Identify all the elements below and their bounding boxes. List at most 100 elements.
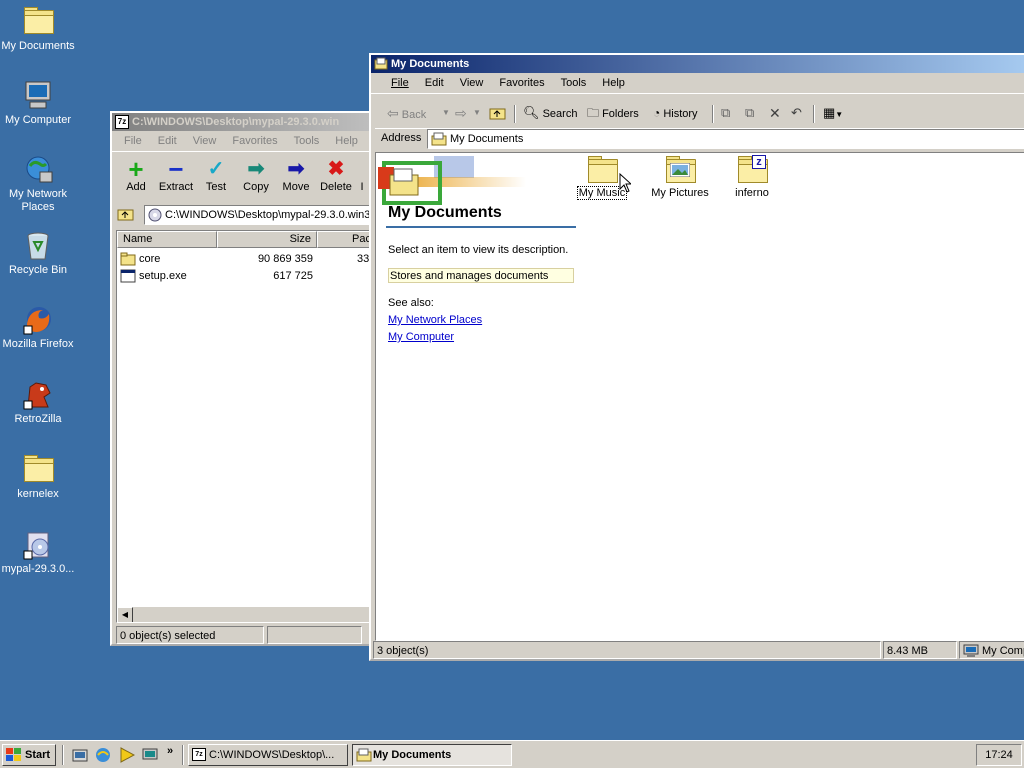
desktop-icon-mypal-installer[interactable]: mypal-29.3.0... bbox=[0, 527, 76, 576]
table-row[interactable]: setup.exe 617 725 bbox=[117, 268, 378, 284]
views-button[interactable]: ▦▼ bbox=[823, 102, 843, 124]
7zip-app-icon: 7z bbox=[115, 115, 129, 129]
explorer-menubar: File Edit View Favorites Tools Help bbox=[371, 73, 1024, 94]
archive-list-header: Name Size Pac bbox=[117, 231, 378, 248]
forward-dropdown-icon[interactable]: ▼ bbox=[473, 102, 481, 124]
explorer-status-zone: My Comp bbox=[959, 641, 1024, 659]
explorer-status-count: 3 object(s) bbox=[373, 641, 881, 659]
menu-help[interactable]: Help bbox=[594, 73, 633, 93]
copy-button[interactable]: ➡ Copy bbox=[236, 158, 276, 194]
retrozilla-icon bbox=[22, 379, 54, 411]
desktop-icon-recycle-bin[interactable]: Recycle Bin bbox=[0, 228, 76, 277]
folder-up-icon bbox=[117, 209, 134, 221]
my-documents-icon bbox=[22, 6, 54, 38]
link-my-computer[interactable]: My Computer bbox=[388, 331, 454, 343]
desktop-icon-firefox[interactable]: Mozilla Firefox bbox=[0, 302, 76, 351]
folders-icon: 🗀 bbox=[587, 106, 600, 120]
scroll-left-icon[interactable]: ◀ bbox=[117, 607, 133, 622]
task-button-my-documents[interactable]: My Documents bbox=[352, 744, 512, 766]
history-icon: ◔ bbox=[653, 106, 661, 120]
menu-favorites[interactable]: Favorites bbox=[224, 131, 285, 151]
column-header-size[interactable]: Size bbox=[217, 231, 317, 248]
task-button-archive[interactable]: 7z C:\WINDOWS\Desktop\... bbox=[188, 744, 348, 766]
windows-logo-icon bbox=[6, 748, 22, 765]
delete-icon[interactable]: ✕ bbox=[769, 102, 781, 124]
folder-up-button[interactable] bbox=[116, 205, 136, 225]
folder-item-inferno[interactable]: z inferno bbox=[722, 155, 782, 207]
archive-file-list[interactable]: Name Size Pac core 90 869 359 33 setup.e… bbox=[116, 230, 378, 623]
add-button[interactable]: + Add bbox=[116, 154, 156, 194]
start-button[interactable]: Start bbox=[2, 744, 56, 766]
folders-button[interactable]: 🗀 Folders bbox=[587, 102, 639, 124]
my-documents-icon bbox=[431, 132, 447, 152]
quicklaunch-media-player-icon[interactable] bbox=[119, 747, 136, 766]
copy-icon: ➡ bbox=[247, 158, 265, 180]
desktop-icon-network-places[interactable]: My Network Places bbox=[0, 152, 76, 214]
table-row[interactable]: core 90 869 359 33 bbox=[117, 251, 378, 267]
menu-edit[interactable]: Edit bbox=[417, 73, 452, 93]
explorer-content[interactable]: My Documents Select an item to view its … bbox=[375, 152, 1024, 641]
up-folder-icon bbox=[489, 108, 506, 120]
pictures-folder-icon bbox=[664, 155, 696, 183]
undo-icon[interactable]: ↶ bbox=[791, 102, 802, 124]
desktop-icon-kernelex[interactable]: kernelex bbox=[0, 452, 76, 501]
menu-tools[interactable]: Tools bbox=[553, 73, 595, 93]
archive-window: 7z C:\WINDOWS\Desktop\mypal-29.3.0.win F… bbox=[110, 111, 380, 646]
archive-window-titlebar[interactable]: 7z C:\WINDOWS\Desktop\mypal-29.3.0.win bbox=[112, 113, 378, 131]
archive-status-selected: 0 object(s) selected bbox=[116, 626, 264, 644]
test-button[interactable]: ✓ Test bbox=[196, 158, 236, 194]
desktop-icon-label: Mozilla Firefox bbox=[2, 338, 74, 350]
row-packed: 33 bbox=[357, 253, 370, 265]
quicklaunch-desktop-icon[interactable] bbox=[142, 747, 158, 766]
item-label: inferno bbox=[735, 187, 769, 199]
menu-view[interactable]: View bbox=[185, 131, 225, 151]
back-button[interactable]: ⇦ Back bbox=[387, 102, 426, 124]
row-name: core bbox=[139, 253, 161, 265]
explorer-title: My Documents bbox=[391, 58, 470, 70]
move-button[interactable]: ➡ Move bbox=[276, 158, 316, 194]
column-header-name[interactable]: Name bbox=[117, 231, 217, 248]
forward-arrow-icon[interactable]: ⇨ bbox=[455, 102, 467, 124]
search-button[interactable]: 🔍︎ Search bbox=[523, 102, 577, 124]
copy-to-icon[interactable]: ⧉ bbox=[745, 102, 754, 124]
address-label: Address bbox=[381, 132, 422, 144]
extract-icon: − bbox=[168, 154, 184, 184]
desktop-icon-my-computer[interactable]: My Computer bbox=[0, 78, 76, 127]
webview-panel: My Documents Select an item to view its … bbox=[376, 153, 581, 453]
menu-help[interactable]: Help bbox=[327, 131, 366, 151]
menu-file[interactable]: File bbox=[383, 73, 417, 93]
disk-icon bbox=[148, 208, 162, 224]
archive-path-field[interactable]: C:\WINDOWS\Desktop\mypal-29.3.0.win3 bbox=[144, 205, 378, 225]
folder-item-my-pictures[interactable]: My Pictures bbox=[642, 155, 718, 207]
explorer-titlebar[interactable]: My Documents bbox=[371, 55, 1024, 73]
up-folder-button[interactable] bbox=[489, 105, 507, 127]
menu-tools[interactable]: Tools bbox=[286, 131, 328, 151]
explorer-status-size: 8.43 MB bbox=[883, 641, 957, 659]
toolbar-separator bbox=[712, 105, 714, 123]
horizontal-scrollbar[interactable]: ◀ bbox=[117, 607, 378, 622]
move-to-icon[interactable]: ⧉ bbox=[721, 102, 730, 124]
menu-favorites[interactable]: Favorites bbox=[491, 73, 552, 93]
desktop-icon-my-documents[interactable]: My Documents bbox=[0, 4, 76, 53]
history-button[interactable]: ◔ History bbox=[653, 102, 698, 124]
extract-button[interactable]: − Extract bbox=[156, 154, 196, 194]
quicklaunch-show-desktop-icon[interactable] bbox=[72, 747, 88, 766]
menu-edit[interactable]: Edit bbox=[150, 131, 185, 151]
desktop-icon-label: My Documents bbox=[1, 40, 75, 52]
quicklaunch-chevron-icon[interactable]: » bbox=[167, 745, 173, 757]
address-field[interactable]: My Documents bbox=[427, 129, 1024, 149]
panel-prompt: Select an item to view its description. bbox=[388, 244, 569, 256]
back-dropdown-icon[interactable]: ▼ bbox=[442, 102, 450, 124]
7zip-app-icon: 7z bbox=[192, 748, 206, 761]
desktop-icon-retrozilla[interactable]: RetroZilla bbox=[0, 377, 76, 426]
taskbar-divider bbox=[62, 745, 64, 765]
quicklaunch-browser-icon[interactable] bbox=[95, 747, 111, 766]
link-my-network-places[interactable]: My Network Places bbox=[388, 314, 482, 326]
menu-file[interactable]: File bbox=[116, 131, 150, 151]
menu-view[interactable]: View bbox=[452, 73, 492, 93]
delete-button[interactable]: ✖ Delete bbox=[316, 158, 356, 194]
my-computer-icon bbox=[22, 80, 54, 112]
row-size: 90 869 359 bbox=[257, 253, 313, 265]
add-icon: + bbox=[128, 154, 144, 184]
row-size: 617 725 bbox=[273, 270, 313, 282]
